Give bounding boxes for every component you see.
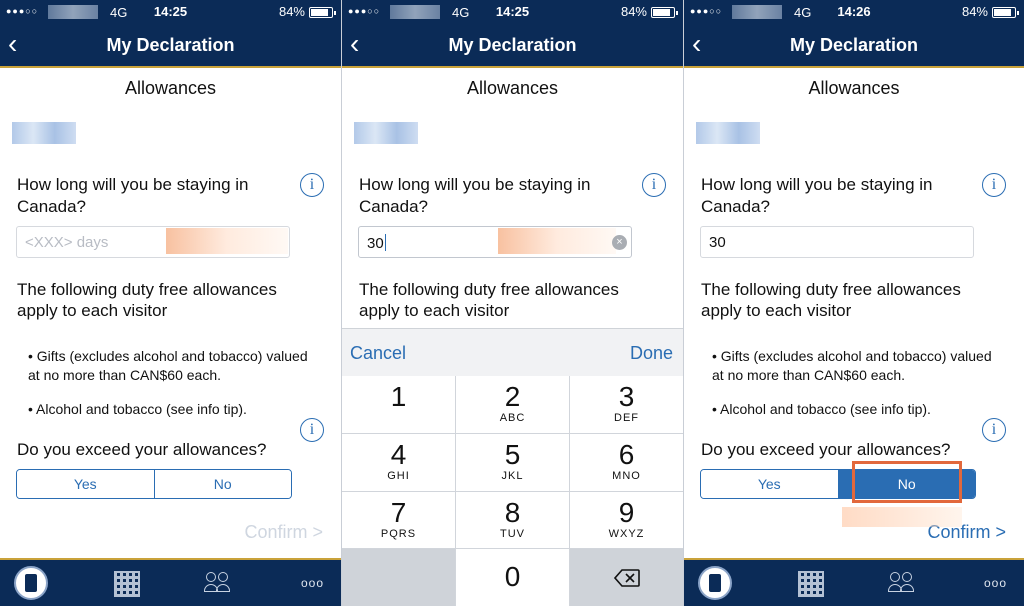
people-icon[interactable]: [888, 570, 918, 596]
exceed-question: Do you exceed your allowances?: [17, 440, 267, 459]
screen-empty-form: ●●●○○ 4G 14:25 84% ‹ My Declaration Allo…: [0, 0, 341, 606]
backspace-icon: [613, 568, 640, 587]
people-icon[interactable]: [204, 570, 234, 596]
no-button[interactable]: No: [153, 470, 291, 498]
passport-scan-icon[interactable]: [698, 566, 732, 600]
days-input[interactable]: 30: [700, 226, 974, 258]
cancel-button[interactable]: Cancel: [350, 343, 406, 364]
status-bar: ●●●○○ 4G 14:26 84%: [684, 0, 1024, 24]
status-bar: ●●●○○ 4G 14:25 84%: [0, 0, 341, 24]
qr-code-icon[interactable]: [798, 571, 824, 597]
done-button[interactable]: Done: [630, 343, 673, 364]
qr-code-icon[interactable]: [114, 571, 140, 597]
redacted-overlay: [166, 228, 288, 254]
clear-icon[interactable]: ×: [612, 235, 627, 250]
allowance-intro: The following duty free allowances apply…: [359, 280, 619, 320]
battery-percent: 84%: [961, 4, 988, 19]
section-title: Allowances: [808, 78, 900, 98]
key-5[interactable]: 5 JKL: [456, 433, 569, 491]
tab-bar: ooo: [0, 558, 341, 606]
battery-icon: [651, 7, 678, 18]
nav-bar: ‹ My Declaration: [342, 24, 683, 68]
confirm-button[interactable]: Confirm >: [244, 522, 323, 543]
traveller-name-blurred: [12, 122, 76, 144]
status-bar: ●●●○○ 4G 14:25 84%: [342, 0, 683, 24]
page-title: My Declaration: [789, 35, 919, 55]
nav-bar: ‹ My Declaration: [684, 24, 1024, 68]
bullet-alcohol: • Alcohol and tobacco (see info tip).: [28, 401, 247, 417]
battery-icon: [309, 7, 336, 18]
page-title: My Declaration: [106, 35, 235, 55]
yes-button[interactable]: Yes: [17, 470, 154, 498]
section-title: Allowances: [124, 78, 217, 98]
numeric-keypad: 1 2 ABC 3 DEF 4 GHI 5 JKL 6 MNO 7 PQRS 8 TUV 9W…: [342, 376, 683, 606]
annotation-highlight: [852, 461, 962, 503]
battery-icon: [992, 7, 1019, 18]
key-1[interactable]: 1: [342, 376, 455, 433]
info-icon[interactable]: i: [300, 418, 324, 442]
key-6[interactable]: 6 MNO: [570, 433, 683, 491]
battery-percent: 84%: [278, 4, 305, 19]
more-dots-icon[interactable]: ooo: [984, 576, 1010, 590]
key-8[interactable]: 8 TUV: [456, 491, 569, 549]
stay-question: How long will you be staying in Canada?: [17, 175, 249, 216]
more-dots-icon[interactable]: ooo: [301, 576, 327, 590]
yes-button[interactable]: Yes: [701, 470, 838, 498]
section-title: Allowances: [466, 78, 559, 98]
passport-scan-icon[interactable]: [14, 566, 48, 600]
info-icon[interactable]: i: [982, 418, 1006, 442]
traveller-name-blurred: [696, 122, 760, 144]
key-4[interactable]: 4 GHI: [342, 433, 455, 491]
allowance-intro: The following duty free allowances apply…: [17, 280, 277, 320]
page-title: My Declaration: [448, 35, 577, 55]
bullet-alcohol: • Alcohol and tobacco (see info tip).: [712, 401, 931, 417]
key-7[interactable]: 7 PQRS: [342, 491, 455, 549]
info-icon[interactable]: i: [300, 173, 324, 197]
allowance-intro: The following duty free allowances apply…: [701, 280, 961, 320]
key-3[interactable]: 3 DEF: [570, 376, 683, 433]
battery-percent: 84%: [620, 4, 647, 19]
traveller-name-blurred: [354, 122, 418, 144]
info-icon[interactable]: i: [642, 173, 666, 197]
bullet-gifts: • Gifts (excludes alcohol and tobacco) v…: [712, 348, 992, 383]
key-2[interactable]: 2 ABC: [456, 376, 569, 433]
backspace-key[interactable]: [570, 549, 683, 606]
exceed-question: Do you exceed your allowances?: [701, 440, 951, 459]
bullet-gifts: • Gifts (excludes alcohol and tobacco) v…: [28, 348, 308, 383]
screen-keypad-entry: ●●●○○ 4G 14:25 84% ‹ My Declaration Allo…: [342, 0, 683, 606]
stay-question: How long will you be staying in Canada?: [359, 175, 591, 216]
redacted-overlay: [498, 228, 616, 254]
key-0[interactable]: 0: [456, 549, 569, 606]
watermark-blurred: [842, 507, 962, 527]
key-9[interactable]: 9 WXYZ: [570, 491, 683, 549]
key-blank: [342, 549, 455, 606]
nav-bar: ‹ My Declaration: [0, 24, 341, 68]
keyboard-toolbar: Cancel Done: [342, 328, 683, 376]
text-caret: [384, 234, 386, 251]
stay-question: How long will you be staying in Canada?: [701, 175, 933, 216]
days-value: 30: [367, 235, 384, 252]
info-icon[interactable]: i: [982, 173, 1006, 197]
tab-bar: ooo: [684, 558, 1024, 606]
exceed-toggle: Yes No: [16, 469, 292, 499]
